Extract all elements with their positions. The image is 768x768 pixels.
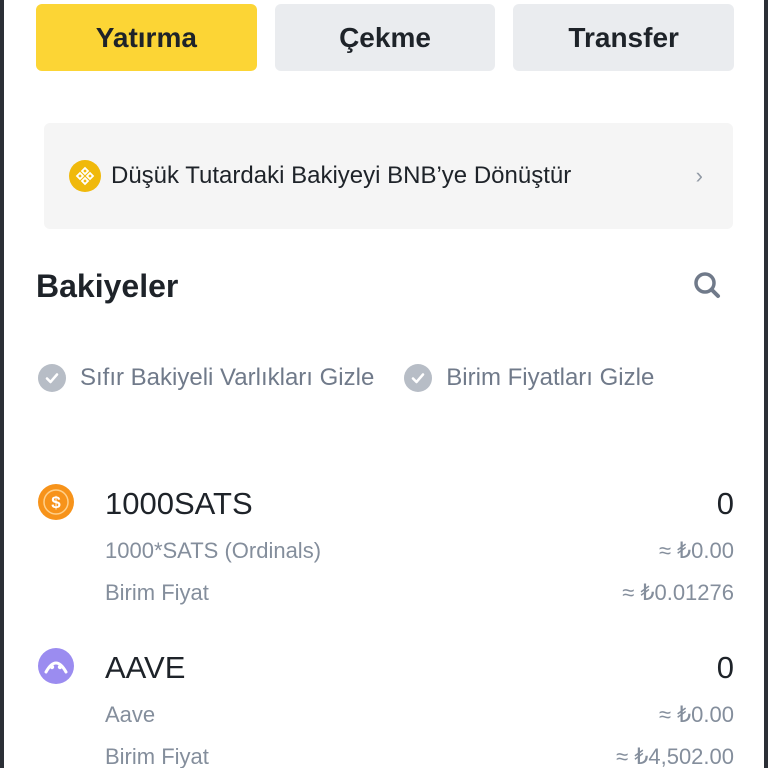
banner-text: Düşük Tutardaki Bakiyeyi BNB’ye Dönüştür [111, 162, 572, 189]
action-buttons: Yatırma Çekme Transfer [36, 4, 735, 71]
asset-value: ≈ ₺0.00 [658, 702, 734, 727]
check-circle-icon [38, 364, 66, 392]
asset-row-1000sats[interactable]: $ 1000SATS 1000*SATS (Ordinals) Birim Fi… [36, 484, 734, 624]
asset-unit-price: ≈ ₺0.01276 [622, 580, 734, 605]
unit-price-label: Birim Fiyat [105, 580, 209, 605]
window-frame-right [764, 0, 768, 768]
asset-row-aave[interactable]: AAVE Aave Birim Fiyat 0 ≈ ₺0.00 ≈ ₺4,502… [36, 648, 734, 768]
hide-unit-price-toggle[interactable]: Birim Fiyatları Gizle [404, 364, 654, 392]
svg-text:$: $ [51, 493, 61, 512]
filter-label: Birim Fiyatları Gizle [446, 364, 655, 391]
aave-coin-icon [38, 648, 74, 684]
balance-filters: Sıfır Bakiyeli Varlıkları Gizle Birim Fi… [38, 364, 654, 392]
unit-price-label: Birim Fiyat [105, 744, 209, 768]
asset-symbol: AAVE [105, 650, 186, 685]
check-circle-icon [404, 364, 433, 392]
filter-label: Sıfır Bakiyeli Varlıkları Gizle [80, 364, 375, 391]
asset-symbol: 1000SATS [105, 486, 253, 521]
asset-amount: 0 [716, 650, 734, 685]
asset-name: 1000*SATS (Ordinals) [105, 538, 322, 563]
chevron-right-icon: › [695, 163, 703, 188]
hide-zero-balance-toggle[interactable]: Sıfır Bakiyeli Varlıkları Gizle [38, 364, 374, 392]
window-frame-left [0, 0, 4, 768]
asset-unit-price: ≈ ₺4,502.00 [616, 744, 734, 768]
transfer-button[interactable]: Transfer [513, 4, 735, 71]
bnb-icon [69, 160, 101, 192]
asset-amount: 0 [716, 486, 734, 521]
sats-coin-icon: $ [38, 484, 74, 520]
convert-small-balance-banner[interactable]: Düşük Tutardaki Bakiyeyi BNB’ye Dönüştür… [44, 123, 733, 229]
deposit-button[interactable]: Yatırma [36, 4, 257, 71]
asset-value: ≈ ₺0.00 [658, 538, 734, 563]
section-title: Bakiyeler [36, 268, 179, 304]
asset-name: Aave [105, 702, 156, 727]
search-icon[interactable] [692, 270, 722, 300]
withdraw-button[interactable]: Çekme [274, 4, 496, 71]
